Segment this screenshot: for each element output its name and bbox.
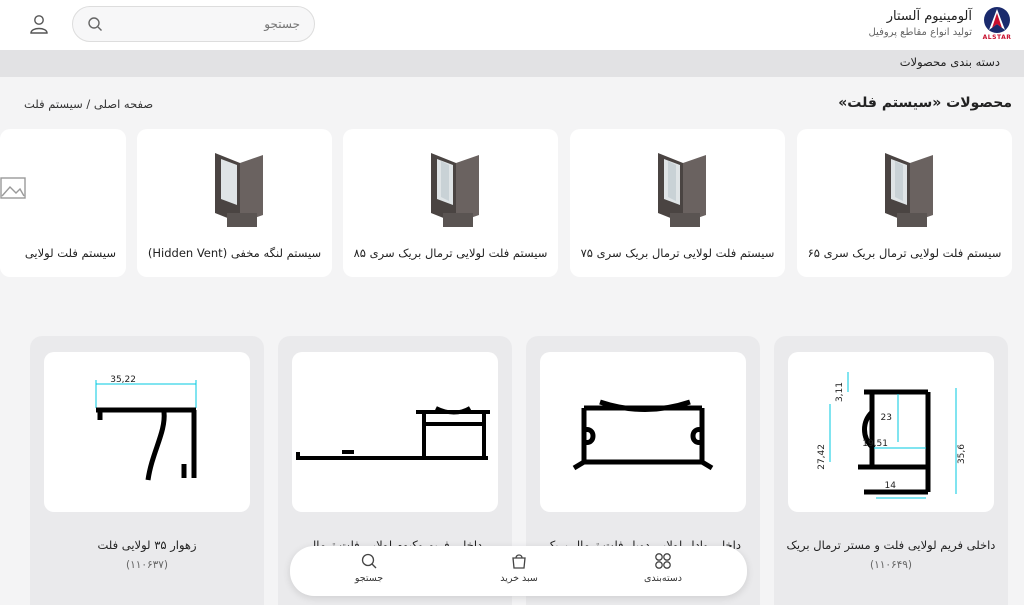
product-image[interactable]: 3,11 27,42 23 19,51 35,6 14 bbox=[788, 352, 994, 512]
product-code: (۱۱۰۶۴۹) bbox=[869, 559, 913, 571]
product-name-text[interactable]: داخلی فریم لولایی فلت و مستر ترمال بریک bbox=[784, 536, 998, 554]
product-name[interactable]: داخلی فریم لولایی فلت و مستر ترمال بریک … bbox=[784, 536, 998, 574]
product-image[interactable] bbox=[292, 352, 498, 512]
nav-cart-label[interactable]: سبد خرید bbox=[459, 573, 579, 584]
bottom-navigation: دسته‌بندی سبد خرید جستجو bbox=[290, 546, 747, 596]
nav-cart[interactable]: سبد خرید bbox=[459, 552, 579, 584]
window-profile-image bbox=[884, 153, 933, 227]
category-card[interactable]: سیستم لنگه مخفی (Hidden Vent) bbox=[137, 129, 332, 277]
product-name[interactable]: زهوار ۳۵ لولایی فلت (۱۱۰۶۳۷) bbox=[40, 536, 254, 574]
profile-drawing bbox=[296, 406, 490, 460]
top-header: ALSTAR آلومینیوم آلستار تولید انواع مقاط… bbox=[0, 0, 1024, 50]
category-card[interactable]: سیستم فلت لولایی ترمال بریک سری ۷۵ bbox=[570, 129, 785, 277]
nav-categories-label[interactable]: دسته‌بندی bbox=[603, 573, 723, 584]
alstar-logo: ALSTAR bbox=[982, 6, 1012, 42]
grid-icon bbox=[655, 553, 671, 569]
category-card[interactable]: سیستم فلت لولایی ترمال بریک سری ۶۵ bbox=[797, 129, 1012, 277]
category-card[interactable]: سیستم فلت لولایی bbox=[0, 129, 126, 277]
user-account-icon[interactable] bbox=[28, 13, 50, 35]
page-title: محصولات «سیستم فلت» bbox=[838, 95, 1012, 111]
dimension-label: 3,11 bbox=[835, 382, 845, 402]
brand-tagline: تولید انواع مقاطع پروفیل bbox=[868, 27, 972, 38]
product-card[interactable]: 3,11 27,42 23 19,51 35,6 14 داخلی فریم ل… bbox=[774, 336, 1008, 605]
search-box[interactable] bbox=[72, 6, 315, 42]
profile-drawing: 3,11 27,42 23 19,51 35,6 14 bbox=[817, 372, 967, 499]
product-image[interactable]: 35,22 bbox=[44, 352, 250, 512]
category-bar[interactable]: دسته بندی محصولات bbox=[0, 50, 1024, 77]
brand[interactable]: ALSTAR آلومینیوم آلستار تولید انواع مقاط… bbox=[868, 6, 1012, 42]
product-code: (۱۱۰۶۳۷) bbox=[125, 559, 169, 571]
category-label[interactable]: سیستم فلت لولایی ترمال بریک سری ۷۵ bbox=[570, 246, 785, 260]
dimension-label: 14 bbox=[885, 481, 897, 491]
nav-search[interactable]: جستجو bbox=[309, 552, 429, 584]
window-profile-image bbox=[214, 153, 263, 227]
dimension-label: 35,6 bbox=[957, 444, 967, 464]
category-card[interactable]: سیستم فلت لولایی ترمال بریک سری ۸۵ bbox=[343, 129, 558, 277]
dimension-label: 35,22 bbox=[110, 375, 136, 385]
search-input[interactable] bbox=[103, 17, 300, 31]
logo-emblem-icon bbox=[984, 7, 1010, 33]
product-image[interactable] bbox=[540, 352, 746, 512]
shopping-bag-icon bbox=[512, 554, 526, 569]
image-placeholder-icon bbox=[0, 177, 26, 199]
category-label[interactable]: سیستم لنگه مخفی (Hidden Vent) bbox=[137, 246, 332, 260]
product-card[interactable]: 35,22 زهوار ۳۵ لولایی فلت (۱۱۰۶۳۷) bbox=[30, 336, 264, 605]
profile-drawing: 35,22 bbox=[95, 375, 197, 481]
nav-search-label[interactable]: جستجو bbox=[309, 573, 429, 584]
logo-text: ALSTAR bbox=[982, 34, 1012, 41]
brand-name: آلومینیوم آلستار bbox=[886, 9, 972, 24]
dimension-label: 27,42 bbox=[817, 444, 827, 470]
category-carousel[interactable]: سیستم فلت لولایی ترمال بریک سری ۶۵ سیستم… bbox=[0, 129, 1012, 277]
product-name-text[interactable]: زهوار ۳۵ لولایی فلت bbox=[40, 536, 254, 554]
window-profile-image bbox=[657, 153, 706, 227]
category-label[interactable]: سیستم فلت لولایی bbox=[25, 246, 116, 260]
dimension-label: 23 bbox=[881, 413, 892, 423]
window-profile-image bbox=[430, 153, 479, 227]
profile-drawing bbox=[572, 399, 714, 471]
nav-categories[interactable]: دسته‌بندی bbox=[603, 552, 723, 584]
search-icon[interactable] bbox=[87, 16, 103, 32]
category-label[interactable]: سیستم فلت لولایی ترمال بریک سری ۸۵ bbox=[343, 246, 558, 260]
category-label[interactable]: سیستم فلت لولایی ترمال بریک سری ۶۵ bbox=[797, 246, 1012, 260]
breadcrumb[interactable]: صفحه اصلی / سیستم فلت bbox=[24, 97, 153, 111]
search-icon bbox=[361, 553, 377, 569]
category-bar-label[interactable]: دسته بندی محصولات bbox=[900, 55, 1000, 69]
dimension-label: 19,51 bbox=[862, 439, 888, 449]
